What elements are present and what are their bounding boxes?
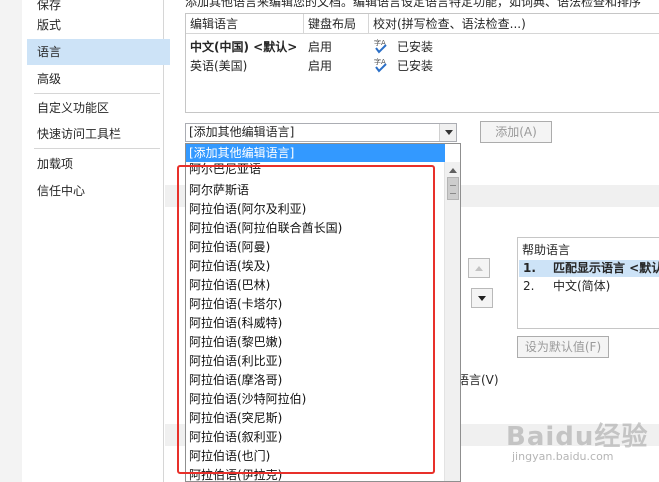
help-language-item-label: 匹配显示语言 <默认> — [553, 261, 659, 275]
spell-check-icon: 字A — [374, 57, 387, 73]
help-language-item-number: 1. — [523, 261, 536, 275]
nav-item-layout[interactable]: 版式 — [27, 12, 169, 38]
help-language-item-label: 中文(简体) — [553, 279, 611, 293]
add-language-combo[interactable]: [添加其他编辑语言] — [185, 123, 457, 142]
dropdown-item[interactable]: 阿拉伯语(也门) — [186, 447, 444, 466]
nav-item-advanced[interactable]: 高级 — [27, 66, 169, 92]
help-language-item[interactable]: 1. 匹配显示语言 <默认> — [519, 260, 659, 277]
dropdown-item[interactable]: 阿拉伯语(叙利亚) — [186, 428, 444, 447]
chevron-down-icon[interactable] — [439, 124, 456, 141]
dropdown-scrollbar[interactable] — [444, 162, 460, 481]
column-header-proofing[interactable]: 校对(拼写检查、语法检查...) — [369, 14, 659, 34]
dropdown-item[interactable]: 阿拉伯语(巴林) — [186, 276, 444, 295]
scrollbar-thumb[interactable] — [447, 177, 459, 200]
column-header-keyboard-layout[interactable]: 键盘布局 — [304, 14, 369, 34]
nav-item-customize-ribbon[interactable]: 自定义功能区 — [27, 95, 169, 121]
add-language-combo-value: [添加其他编辑语言] — [189, 125, 295, 139]
nav-item-trust-center[interactable]: 信任中心 — [27, 178, 169, 204]
dropdown-item[interactable]: 阿拉伯语(卡塔尔) — [186, 295, 444, 314]
help-language-list: 帮助语言 1. 匹配显示语言 <默认> 2. 中文(简体) — [517, 237, 659, 329]
set-default-button[interactable]: 设为默认值(F) — [517, 336, 609, 358]
options-nav: 保存 版式 语言 高级 自定义功能区 快速访问工具栏 加载项 信任中心 — [22, 0, 170, 482]
nav-item-quick-access-toolbar[interactable]: 快速访问工具栏 — [27, 121, 169, 147]
editing-language-description: 添加其他语言来编辑您的文档。编辑语言设定语言特定功能，如词典、语法检查和排序 — [185, 0, 642, 9]
dropdown-item[interactable]: 阿尔萨斯语 — [186, 181, 444, 200]
dropdown-item[interactable]: 阿拉伯语(沙特阿拉伯) — [186, 390, 444, 409]
display-language-option-label: 语言(V) — [457, 373, 499, 387]
dropdown-item[interactable]: 阿拉伯语(阿尔及利亚) — [186, 200, 444, 219]
column-header-editing-language[interactable]: 编辑语言 — [186, 14, 304, 34]
row-language: 英语(美国) — [190, 59, 248, 73]
dropdown-item[interactable]: 阿拉伯语(科威特) — [186, 314, 444, 333]
row-language: 中文(中国) <默认> — [190, 40, 298, 54]
arrow-up-icon — [475, 266, 483, 271]
dropdown-item[interactable]: 阿拉伯语(利比亚) — [186, 352, 444, 371]
arrow-down-icon — [478, 296, 486, 301]
nav-divider — [34, 148, 160, 149]
move-up-button[interactable] — [468, 258, 490, 278]
dropdown-item[interactable]: 阿拉伯语(阿拉伯联合酋长国) — [186, 219, 444, 238]
help-language-item-number: 2. — [523, 279, 535, 293]
dropdown-item[interactable]: 阿拉伯语(突尼斯) — [186, 409, 444, 428]
window-left-edge — [0, 0, 22, 482]
dropdown-item[interactable]: 阿拉伯语(摩洛哥) — [186, 371, 444, 390]
help-language-header: 帮助语言 — [522, 243, 571, 257]
dropdown-item[interactable]: 阿拉伯语(埃及) — [186, 257, 444, 276]
dropdown-item[interactable]: 阿拉伯语(伊拉克) — [186, 466, 444, 481]
editing-language-table: 编辑语言 键盘布局 校对(拼写检查、语法检查...) 中文(中国) <默认> 启… — [185, 13, 659, 113]
nav-divider — [34, 93, 160, 94]
dropdown-item[interactable]: 阿尔巴尼亚语 — [186, 160, 444, 179]
help-language-item[interactable]: 2. 中文(简体) — [519, 278, 659, 295]
dropdown-item[interactable]: 阿拉伯语(黎巴嫩) — [186, 333, 444, 352]
row-keyboard: 启用 — [308, 40, 333, 54]
row-proofing: 已安装 — [397, 40, 434, 54]
spell-check-icon: 字A — [374, 38, 387, 54]
row-proofing: 已安装 — [397, 59, 434, 73]
row-keyboard: 启用 — [308, 59, 333, 73]
add-button[interactable]: 添加(A) — [480, 121, 552, 143]
nav-item-language[interactable]: 语言 — [27, 39, 170, 65]
move-down-button[interactable] — [471, 288, 493, 308]
add-language-dropdown-list[interactable]: [添加其他编辑语言] 阿尔巴尼亚语 阿尔萨斯语 阿拉伯语(阿尔及利亚) 阿拉伯语… — [185, 143, 461, 482]
nav-item-add-ins[interactable]: 加载项 — [27, 151, 169, 177]
dropdown-item[interactable]: 阿拉伯语(阿曼) — [186, 238, 444, 257]
